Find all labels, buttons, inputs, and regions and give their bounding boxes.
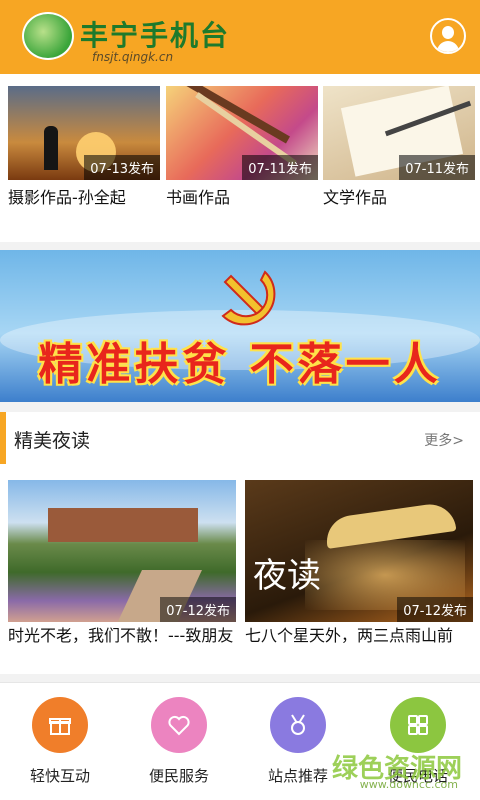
work-card-literature[interactable]: 07-11发布 文学作品: [323, 86, 475, 208]
medal-icon: [291, 714, 305, 735]
more-link[interactable]: 更多>: [424, 430, 464, 450]
section-title: 精美夜读: [14, 430, 91, 452]
app-subtitle: fnsjt.qingk.cn: [92, 50, 174, 64]
work-thumbnail: 07-11发布: [323, 86, 475, 180]
publish-date: 07-12发布: [160, 597, 236, 622]
user-profile-button[interactable]: [430, 18, 466, 54]
thumbnail-overlay-text: 夜读: [253, 556, 321, 596]
user-icon: [442, 26, 454, 39]
nav-label: 轻快互动: [29, 767, 90, 785]
watermark-url: www.downcc.com: [359, 778, 458, 791]
nav-services[interactable]: 便民服务: [131, 697, 227, 786]
work-card-painting[interactable]: 07-11发布 书画作品: [166, 86, 318, 208]
nav-interaction[interactable]: 轻快互动: [12, 697, 108, 786]
heart-icon: [168, 715, 190, 736]
app-header: 丰宁手机台 fnsjt.qingk.cn: [0, 0, 480, 74]
reading-thumbnail: 07-12发布: [8, 480, 236, 622]
nav-label: 便民服务: [148, 767, 209, 785]
works-section: 07-13发布 摄影作品-孙全起 07-11发布 书画作品 07-11发布 文学…: [0, 74, 480, 242]
reading-title: 七八个星天外，两三点雨山前: [245, 626, 454, 645]
work-thumbnail: 07-11发布: [166, 86, 318, 180]
banner-slogan: 精准扶贫 不落一人: [38, 339, 442, 390]
reading-card[interactable]: 07-12发布 时光不老，我们不散！---致朋友: [8, 480, 236, 647]
work-title: 文学作品: [323, 188, 388, 207]
reading-thumbnail: 夜读 07-12发布: [245, 480, 473, 622]
section-header: 精美夜读 更多>: [0, 412, 480, 464]
publish-date: 07-11发布: [399, 155, 475, 180]
publish-date: 07-11发布: [242, 155, 318, 180]
reading-title: 时光不老，我们不散！---致朋友: [8, 626, 234, 645]
grid-icon: [408, 715, 428, 735]
work-card-photography[interactable]: 07-13发布 摄影作品-孙全起: [8, 86, 160, 208]
night-reading-section: 精美夜读 更多> 07-12发布 时光不老，我们不散！---致朋友 夜读 07-…: [0, 412, 480, 674]
gift-icon: [49, 718, 71, 735]
party-emblem-icon: [221, 270, 276, 326]
work-title: 书画作品: [166, 188, 231, 207]
promo-banner[interactable]: 精准扶贫 不落一人: [0, 250, 480, 402]
logo-emblem-icon: [22, 12, 74, 60]
app-logo: 丰宁手机台 fnsjt.qingk.cn: [22, 10, 228, 66]
reading-card[interactable]: 夜读 07-12发布 七八个星天外，两三点雨山前: [245, 480, 473, 647]
publish-date: 07-13发布: [84, 155, 160, 180]
work-thumbnail: 07-13发布: [8, 86, 160, 180]
work-title: 摄影作品-孙全起: [8, 188, 126, 207]
app-title: 丰宁手机台: [80, 19, 231, 52]
publish-date: 07-12发布: [397, 597, 473, 622]
